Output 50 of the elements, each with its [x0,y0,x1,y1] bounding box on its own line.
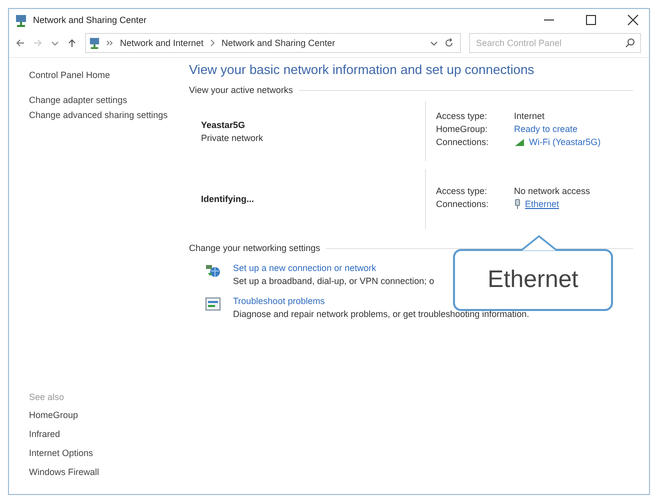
task-description: Diagnose and repair network problems, or get troubleshooting information. [233,309,530,319]
breadcrumb[interactable]: Network and Internet [120,38,204,48]
address-field[interactable]: Network and Internet Network and Sharing Center [85,33,461,53]
detail-value: Internet [514,111,545,121]
detail-label: Access type: [436,111,488,121]
cable-icon [514,198,521,208]
task-link[interactable]: Troubleshoot problems [233,296,325,306]
breadcrumb[interactable]: Network and Sharing Center [222,38,336,48]
detail-link[interactable]: Ethernet [525,198,560,208]
task-link[interactable]: Set up a new connection or network [233,263,376,273]
section-heading: Change your networking settings [189,243,320,253]
back-arrow-icon[interactable] [15,38,25,48]
task-description: Set up a broadband, dial-up, or VPN connection; o [233,276,434,286]
network-icon [89,37,100,49]
sidebar-link[interactable]: Change adapter settings [29,95,189,106]
maximize-icon[interactable] [585,14,597,26]
sidebar-link[interactable]: Internet Options [29,448,189,459]
caret-icon[interactable] [430,39,438,47]
chevron-icon [106,39,114,47]
network-type: Private network [201,132,264,142]
callout-text: Ethernet [488,266,578,294]
sidebar-link[interactable]: Control Panel Home [29,70,189,81]
troubleshoot-icon [205,296,221,312]
detail-link[interactable]: Ready to create [514,124,578,134]
network-name: Identifying... [201,194,255,204]
refresh-icon[interactable] [444,38,454,48]
detail-label: Access type: [436,186,488,196]
see-also-heading: See also [29,392,66,402]
sidebar-link[interactable]: Change advanced sharing settings [29,110,189,121]
network-icon [15,14,27,26]
sidebar-link[interactable]: HomeGroup [29,410,189,421]
search-icon[interactable] [625,38,635,48]
chevron-icon [210,39,216,47]
caret-icon[interactable] [51,39,59,47]
network-name: Yeastar5G [201,120,246,130]
detail-link[interactable]: Wi-Fi (Yeastar5G) [529,137,601,147]
window-title: Network and Sharing Center [33,15,147,25]
page-heading: View your basic network information and set up connections [189,62,536,77]
detail-value: No network access [514,186,590,196]
network-globe-icon [205,263,221,279]
sidebar-link[interactable]: Windows Firewall [29,467,189,478]
up-arrow-icon[interactable] [67,38,77,48]
detail-label: Connections: [436,198,490,208]
sidebar-link[interactable]: Infrared [29,429,189,440]
section-heading: View your active networks [189,85,293,95]
close-icon[interactable] [627,14,639,26]
search-field[interactable]: Search Control Panel [469,33,641,53]
detail-label: Connections: [436,137,490,147]
signal-bars-icon [514,138,525,146]
detail-label: HomeGroup: [436,124,489,134]
